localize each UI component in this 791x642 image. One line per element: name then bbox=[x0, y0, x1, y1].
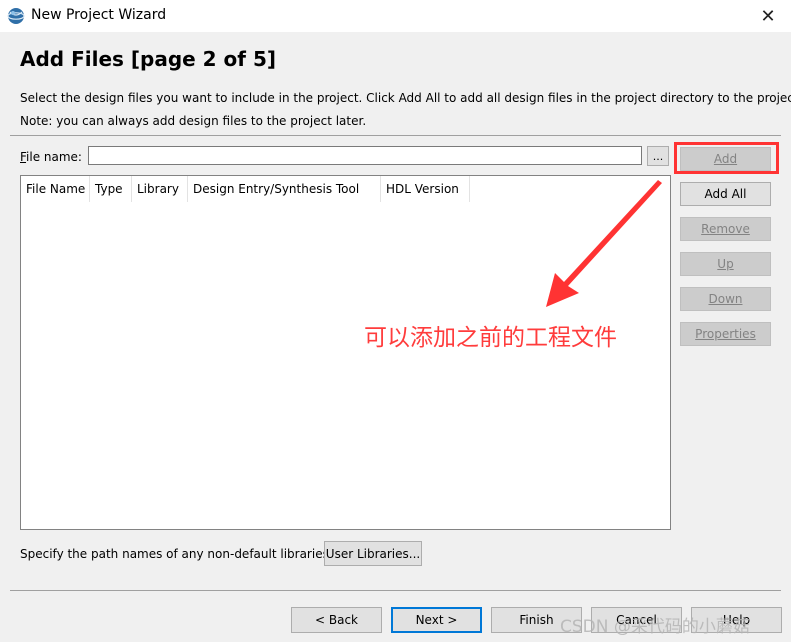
page-note: Note: you can always add design files to… bbox=[20, 114, 367, 128]
up-button[interactable]: Up bbox=[680, 252, 771, 276]
page-title: Add Files [page 2 of 5] bbox=[20, 47, 277, 71]
properties-button-label: Properties bbox=[695, 327, 756, 341]
browse-button-label: ... bbox=[652, 149, 664, 163]
libraries-hint: Specify the path names of any non-defaul… bbox=[20, 547, 333, 561]
quartus-globe-icon bbox=[7, 8, 25, 24]
down-button-label: Down bbox=[708, 292, 743, 306]
back-button[interactable]: < Back bbox=[291, 607, 382, 633]
file-table[interactable]: File Name Type Library Design Entry/Synt… bbox=[20, 175, 671, 530]
window-title: New Project Wizard bbox=[31, 7, 167, 23]
watermark: CSDN @采代码的小蘑菇 bbox=[560, 617, 750, 637]
column-header-type[interactable]: Type bbox=[90, 176, 132, 202]
table-header: File Name Type Library Design Entry/Synt… bbox=[21, 176, 670, 202]
down-button[interactable]: Down bbox=[680, 287, 771, 311]
column-header-library[interactable]: Library bbox=[132, 176, 188, 202]
file-name-label-rest: ile name: bbox=[26, 150, 82, 164]
column-header-hdl-version[interactable]: HDL Version bbox=[381, 176, 470, 202]
column-header-design-entry-tool[interactable]: Design Entry/Synthesis Tool bbox=[188, 176, 381, 202]
browse-button[interactable]: ... bbox=[647, 146, 669, 166]
file-name-input[interactable] bbox=[88, 146, 642, 165]
back-button-label: < Back bbox=[314, 613, 358, 627]
next-button[interactable]: Next > bbox=[391, 607, 482, 633]
header-divider bbox=[10, 135, 781, 136]
footer-divider bbox=[10, 590, 781, 591]
annotation-text: 可以添加之前的工程文件 bbox=[364, 325, 617, 351]
close-button[interactable]: ✕ bbox=[745, 0, 791, 32]
annotation-highlight-box bbox=[674, 142, 779, 174]
add-all-button-label: Add All bbox=[704, 187, 747, 201]
column-header-file-name[interactable]: File Name bbox=[21, 176, 90, 202]
title-bar: New Project Wizard ✕ bbox=[0, 0, 791, 32]
next-button-label: Next > bbox=[415, 613, 458, 627]
user-libraries-button-label: User Libraries... bbox=[325, 546, 421, 561]
user-libraries-button[interactable]: User Libraries... bbox=[324, 541, 422, 566]
remove-button-label: Remove bbox=[701, 222, 750, 236]
page-description: Select the design files you want to incl… bbox=[20, 91, 791, 105]
add-all-button[interactable]: Add All bbox=[680, 182, 771, 206]
close-icon: ✕ bbox=[760, 5, 776, 27]
file-name-label: File name: bbox=[20, 150, 82, 164]
properties-button[interactable]: Properties bbox=[680, 322, 771, 346]
up-button-label: Up bbox=[717, 257, 734, 271]
remove-button[interactable]: Remove bbox=[680, 217, 771, 241]
finish-button-label: Finish bbox=[519, 613, 554, 627]
